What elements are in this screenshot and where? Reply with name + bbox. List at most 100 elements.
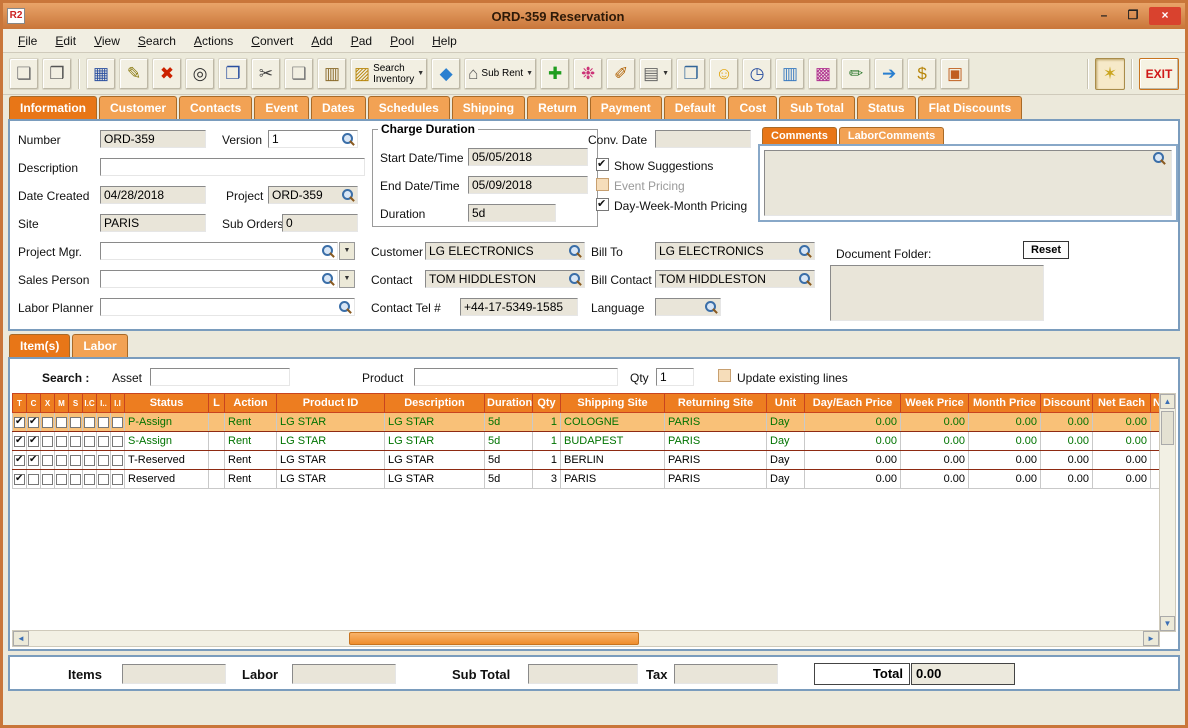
date-created-field[interactable]: 04/28/2018 — [100, 186, 206, 204]
scroll-up-button[interactable]: ▲ — [1160, 394, 1175, 409]
tab-customer[interactable]: Customer — [99, 96, 178, 119]
money-icon[interactable]: $ — [907, 57, 938, 90]
project-mgr-dropdown[interactable]: ▼ — [339, 242, 355, 260]
menu-item-edit[interactable]: Edit — [46, 31, 85, 51]
row-checkbox[interactable] — [42, 416, 53, 428]
table-cell[interactable] — [54, 431, 69, 451]
version-field[interactable]: 1 — [268, 130, 358, 148]
table-cell[interactable]: Day — [766, 412, 805, 432]
menu-item-search[interactable]: Search — [129, 31, 185, 51]
table-cell[interactable] — [12, 431, 27, 451]
table-cell[interactable] — [110, 412, 125, 432]
menu-item-actions[interactable]: Actions — [185, 31, 242, 51]
table-cell[interactable] — [26, 412, 41, 432]
table-cell[interactable]: Rent — [224, 469, 277, 489]
edit-document-icon[interactable]: ✏ — [841, 57, 872, 90]
event-pricing-checkbox[interactable] — [596, 178, 609, 191]
column-header[interactable]: I.I — [110, 393, 125, 413]
tab-default[interactable]: Default — [663, 96, 727, 119]
table-row[interactable]: ReservedRentLG STARLG STAR5d3PARISPARISD… — [12, 469, 1162, 489]
table-cell[interactable]: Day — [766, 431, 805, 451]
table-cell[interactable] — [82, 412, 97, 432]
pool-balls-icon[interactable]: ❉ — [573, 57, 604, 90]
copy-icon[interactable]: ❑ — [284, 57, 314, 90]
sales-person-dropdown[interactable]: ▼ — [339, 270, 355, 288]
table-cell[interactable]: 0.00 — [1040, 450, 1093, 470]
clock-icon[interactable]: ◷ — [742, 57, 773, 90]
horizontal-scroll-thumb[interactable] — [349, 632, 639, 645]
row-checkbox[interactable] — [42, 435, 53, 447]
table-cell[interactable] — [26, 431, 41, 451]
table-cell[interactable] — [96, 412, 111, 432]
table-cell[interactable]: 0.00 — [900, 450, 969, 470]
table-cell[interactable] — [26, 469, 41, 489]
asset-input[interactable] — [150, 368, 290, 386]
column-header[interactable]: L — [208, 393, 225, 413]
column-header[interactable]: Unit — [766, 393, 805, 413]
table-cell[interactable] — [12, 450, 27, 470]
table-cell[interactable] — [96, 469, 111, 489]
tab-payment[interactable]: Payment — [589, 96, 662, 119]
project-search-icon[interactable] — [342, 189, 355, 202]
table-cell[interactable]: LG STAR — [276, 412, 385, 432]
table-cell[interactable]: 0.00 — [1092, 412, 1151, 432]
tab-shipping[interactable]: Shipping — [451, 96, 526, 119]
document-folder-box[interactable] — [830, 265, 1044, 321]
table-cell[interactable]: 0.00 — [968, 450, 1041, 470]
table-cell[interactable] — [110, 450, 125, 470]
row-checkbox[interactable] — [28, 416, 39, 428]
bill-contact-field[interactable]: TOM HIDDLESTON — [655, 270, 815, 288]
column-header[interactable]: Qty — [532, 393, 561, 413]
table-cell[interactable]: 0.00 — [1092, 469, 1151, 489]
table-cell[interactable]: Day — [766, 469, 805, 489]
row-checkbox[interactable] — [84, 454, 95, 466]
duration-field[interactable]: 5d — [468, 204, 556, 222]
table-cell[interactable]: 0.00 — [968, 412, 1041, 432]
column-header[interactable]: Status — [124, 393, 209, 413]
table-cell[interactable]: 5d — [484, 412, 533, 432]
table-cell[interactable]: COLOGNE — [560, 412, 665, 432]
table-cell[interactable] — [68, 431, 83, 451]
show-suggestions-checkbox[interactable] — [596, 157, 609, 171]
tab-information[interactable]: Information — [9, 96, 97, 119]
start-date-field[interactable]: 05/05/2018 — [468, 148, 588, 166]
scroll-left-button[interactable]: ◄ — [13, 631, 29, 646]
column-header[interactable]: Week Price — [900, 393, 969, 413]
table-cell[interactable]: 1 — [532, 412, 561, 432]
table-cell[interactable] — [208, 412, 225, 432]
export-key-icon[interactable]: ➔ — [874, 57, 905, 90]
table-cell[interactable]: 0.00 — [1092, 450, 1151, 470]
table-cell[interactable]: 5d — [484, 450, 533, 470]
table-cell[interactable] — [208, 469, 225, 489]
tab-labor[interactable]: Labor — [72, 334, 128, 357]
tab-item-s-[interactable]: Item(s) — [9, 334, 71, 357]
table-cell[interactable]: Rent — [224, 450, 277, 470]
add-line-icon[interactable]: ✚ — [540, 57, 571, 90]
vertical-scroll-thumb[interactable] — [1161, 411, 1174, 445]
table-cell[interactable] — [40, 412, 55, 432]
language-field[interactable] — [655, 298, 721, 316]
update-existing-lines-checkbox[interactable] — [718, 369, 731, 382]
table-row[interactable]: T-ReservedRentLG STARLG STAR5d1BERLINPAR… — [12, 450, 1162, 470]
column-header[interactable]: Action — [224, 393, 277, 413]
row-checkbox[interactable] — [112, 435, 123, 447]
wand-icon[interactable]: ✶ — [1095, 57, 1125, 90]
contact-search-icon[interactable] — [569, 273, 582, 286]
customer-search-icon[interactable] — [569, 245, 582, 258]
tab-dates[interactable]: Dates — [311, 96, 366, 119]
column-header[interactable]: M — [54, 393, 69, 413]
conv-date-field[interactable] — [655, 130, 751, 148]
table-cell[interactable]: 0.00 — [804, 412, 901, 432]
address-book-icon[interactable]: ▥ — [775, 57, 806, 90]
end-date-field[interactable]: 05/09/2018 — [468, 176, 588, 194]
table-cell[interactable]: 5d — [484, 469, 533, 489]
table-cell[interactable] — [40, 450, 55, 470]
pour-tool-icon[interactable]: ◆ — [431, 57, 462, 90]
column-header[interactable]: I.. — [96, 393, 111, 413]
table-cell[interactable]: LG STAR — [384, 412, 485, 432]
row-checkbox[interactable] — [28, 454, 39, 466]
row-checkbox[interactable] — [14, 473, 25, 485]
save-icon[interactable]: ▦ — [86, 57, 116, 90]
row-checkbox[interactable] — [84, 473, 95, 485]
table-cell[interactable]: Rent — [224, 412, 277, 432]
